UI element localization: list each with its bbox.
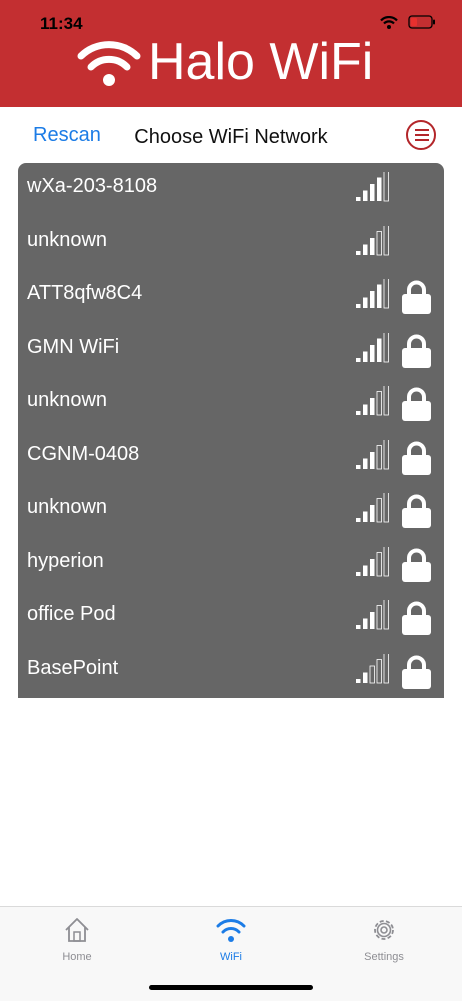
tab-wifi-label: WiFi [220, 951, 242, 963]
signal-strength-icon [356, 600, 389, 630]
network-row[interactable]: unknown [18, 217, 444, 271]
lock-icon [402, 548, 431, 582]
network-row[interactable]: BasePoint [18, 645, 444, 699]
signal-strength-icon [356, 493, 389, 523]
signal-strength-icon [356, 279, 389, 309]
lock-icon [402, 334, 431, 368]
signal-strength-icon [356, 225, 389, 255]
lock-icon [402, 494, 431, 528]
network-row[interactable]: CGNM-0408 [18, 431, 444, 485]
network-toolbar: Choose WiFi Network Rescan [0, 107, 462, 163]
signal-strength-icon [356, 653, 389, 683]
network-name: wXa-203-8108 [27, 175, 158, 197]
signal-strength-icon [356, 332, 389, 362]
wifi-icon [216, 919, 246, 942]
lock-icon [402, 387, 431, 421]
app-title: Halo WiFi [148, 33, 374, 91]
network-name: unknown [27, 228, 108, 251]
tab-home-label: Home [62, 951, 92, 963]
signal-strength-icon [356, 172, 389, 202]
battery-icon [408, 15, 435, 29]
wifi-status-icon [380, 15, 398, 29]
network-name: GMN WiFi [27, 335, 120, 358]
network-row[interactable]: unknown [18, 377, 444, 431]
app-logo: Halo WiFi [76, 36, 373, 88]
lock-icon [402, 441, 431, 475]
network-name: BasePoint [27, 656, 119, 679]
network-row[interactable]: office Pod [18, 591, 444, 645]
rescan-button[interactable]: Rescan [33, 124, 101, 147]
signal-strength-icon [356, 439, 389, 469]
network-name: office Pod [27, 603, 116, 625]
network-name: hyperion [27, 549, 104, 572]
network-row[interactable]: hyperion [18, 538, 444, 592]
network-row[interactable]: ATT8qfw8C4 [18, 270, 444, 324]
home-indicator [149, 985, 313, 990]
menu-button[interactable] [406, 120, 436, 150]
network-name: CGNM-0408 [27, 442, 140, 465]
tab-home[interactable]: Home [27, 915, 127, 963]
tab-settings-label: Settings [364, 951, 404, 963]
lock-icon [402, 280, 431, 314]
status-indicators [380, 15, 436, 29]
lock-icon [402, 601, 431, 635]
network-row[interactable]: wXa-203-8108 [18, 163, 444, 217]
wifi-logo-icon [77, 41, 141, 86]
lock-icon [402, 655, 431, 689]
network-name: unknown [27, 496, 108, 518]
gear-icon [374, 920, 394, 940]
signal-strength-icon [356, 546, 389, 576]
home-icon [65, 918, 89, 942]
network-row[interactable]: unknown [18, 484, 444, 538]
network-name: ATT8qfw8C4 [27, 282, 143, 304]
app-header: 11:34 Halo WiFi [0, 0, 462, 107]
tab-wifi[interactable]: WiFi [181, 915, 281, 963]
status-time: 11:34 [40, 14, 83, 33]
tab-settings[interactable]: Settings [334, 915, 434, 963]
network-list: wXa-203-8108 unknown ATT8qfw8C4 GMN WiFi unk… [18, 163, 444, 698]
signal-strength-icon [356, 386, 389, 416]
network-row[interactable]: GMN WiFi [18, 324, 444, 378]
network-name: unknown [27, 389, 108, 411]
